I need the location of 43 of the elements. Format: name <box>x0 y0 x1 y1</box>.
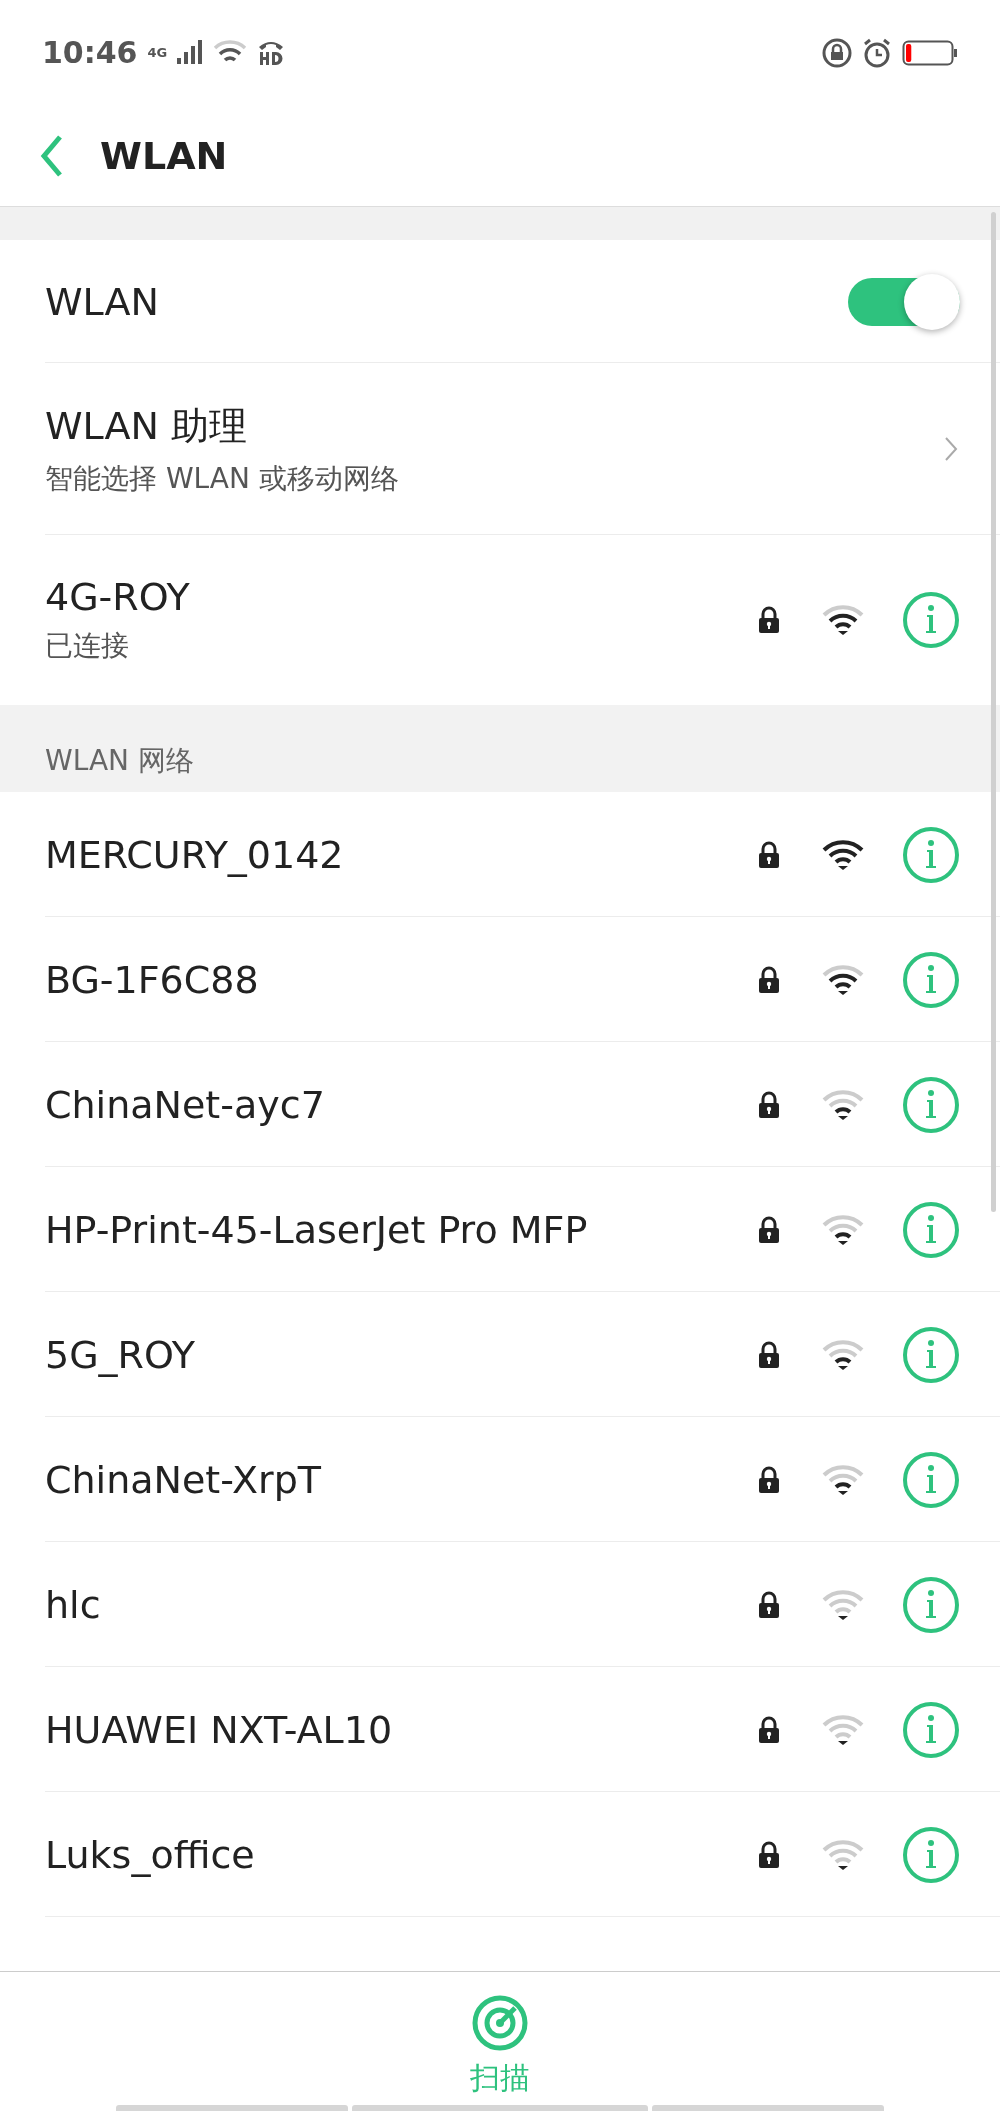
section-title: WLAN 网络 <box>45 743 194 779</box>
network-name: HUAWEI NXT-AL10 <box>45 1707 394 1752</box>
wifi-signal-icon <box>822 1464 864 1495</box>
info-button[interactable] <box>902 1825 960 1884</box>
info-button[interactable] <box>902 1075 960 1134</box>
connection-status: 已连接 <box>45 628 130 664</box>
chevron-right-icon <box>944 436 958 462</box>
network-name: ChinaNet-ayc7 <box>45 1082 326 1127</box>
info-button[interactable] <box>902 950 960 1009</box>
wifi-signal-icon <box>822 964 864 995</box>
cellular-signal-icon <box>177 39 204 66</box>
wifi-signal-icon <box>822 1339 864 1370</box>
network-name: hlc <box>45 1582 102 1627</box>
info-button[interactable] <box>902 1575 960 1634</box>
rotation-lock-icon <box>822 37 852 68</box>
wifi-signal-icon <box>822 1714 864 1745</box>
back-button[interactable] <box>40 133 64 178</box>
info-button[interactable] <box>902 1700 960 1759</box>
network-name: MERCURY_0142 <box>45 832 345 877</box>
network-name: 4G-ROY <box>45 575 191 619</box>
wifi-signal-icon <box>822 1589 864 1620</box>
wifi-signal-icon <box>822 605 864 635</box>
alarm-icon <box>862 37 892 68</box>
wifi-signal-icon <box>822 1839 864 1870</box>
wifi-signal-icon <box>822 1089 864 1120</box>
network-type: 4G <box>147 45 168 60</box>
network-name: BG-1F6C88 <box>45 957 260 1002</box>
clock: 10:46 <box>42 35 138 70</box>
network-name: ChinaNet-XrpT <box>45 1457 323 1502</box>
network-name: 5G_ROY <box>45 1332 197 1377</box>
network-name: Luks_office <box>45 1832 256 1877</box>
assistant-subtitle: 智能选择 WLAN 或移动网络 <box>45 460 400 497</box>
wifi-signal-icon <box>822 839 864 870</box>
assistant-title: WLAN 助理 <box>45 402 249 450</box>
info-button[interactable] <box>902 825 960 884</box>
page-title: WLAN <box>100 133 228 178</box>
wlan-label: WLAN <box>45 279 161 324</box>
info-button[interactable] <box>902 1200 960 1259</box>
info-button[interactable] <box>902 591 960 649</box>
network-name: HP-Print-45-LaserJet Pro MFP <box>45 1207 589 1252</box>
info-button[interactable] <box>902 1450 960 1509</box>
info-button[interactable] <box>902 1325 960 1384</box>
wifi-signal-icon <box>822 1214 864 1245</box>
